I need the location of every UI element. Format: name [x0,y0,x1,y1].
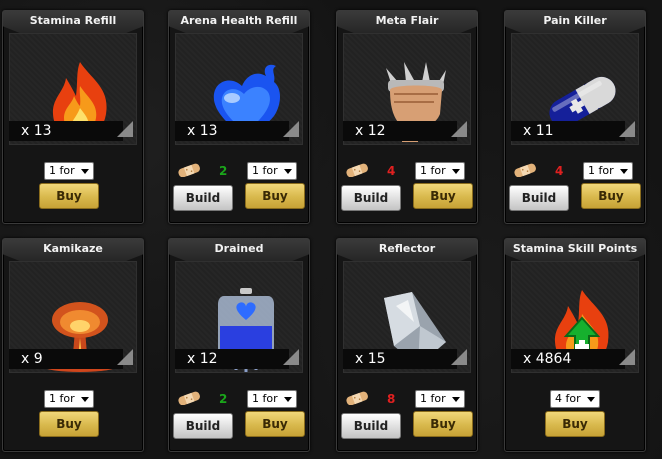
item-card-stamina-skill-points: Stamina Skill Points x 4864 4 for Buy [504,238,646,452]
select-value: 1 for [420,392,446,405]
corner-fold-icon [451,349,467,365]
quantity-select[interactable]: 1 for [247,390,297,408]
chevron-down-icon [284,397,292,402]
item-quantity: x 4864 [511,349,625,369]
item-card-arena-health-refill: Arena Health Refill x 13 2 1 for Build B… [168,10,310,224]
build-button[interactable]: Build [509,185,569,211]
build-button[interactable]: Build [341,185,401,211]
card-title: Drained [169,239,309,261]
item-quantity: x 11 [511,121,625,141]
build-cost: 8 [387,392,396,406]
chevron-down-icon [81,169,89,174]
bandage-icon [178,163,200,177]
card-title: Meta Flair [337,11,477,33]
build-button[interactable]: Build [341,413,401,439]
card-title: Stamina Skill Points [505,239,645,261]
quantity-select[interactable]: 1 for [415,390,465,408]
item-card-drained: Drained x 12 2 1 for Build Buy [168,238,310,452]
chevron-down-icon [452,397,460,402]
buy-button[interactable]: Buy [39,183,99,209]
buy-button[interactable]: Buy [39,411,99,437]
corner-fold-icon [283,349,299,365]
corner-fold-icon [117,349,133,365]
item-card-stamina-refill: Stamina Refill x 13 1 for Buy [2,10,144,224]
chevron-down-icon [587,397,595,402]
buy-button[interactable]: Buy [413,411,473,437]
build-cost: 2 [219,392,228,406]
chevron-down-icon [284,169,292,174]
chevron-down-icon [620,169,628,174]
card-title: Stamina Refill [3,11,143,33]
item-quantity: x 13 [9,121,123,141]
build-cost: 4 [555,164,564,178]
item-card-meta-flair: Meta Flair x 12 4 1 for Build Buy [336,10,478,224]
quantity-select[interactable]: 1 for [44,162,94,180]
select-value: 1 for [252,164,278,177]
quantity-select[interactable]: 1 for [44,390,94,408]
select-value: 1 for [49,392,75,405]
build-cost: 2 [219,164,228,178]
build-button[interactable]: Build [173,413,233,439]
buy-button[interactable]: Buy [245,183,305,209]
item-quantity: x 15 [343,349,457,369]
select-value: 1 for [420,164,446,177]
corner-fold-icon [451,121,467,137]
item-quantity: x 13 [175,121,289,141]
bandage-icon [514,163,536,177]
item-card-reflector: Reflector x 15 8 1 for Build Buy [336,238,478,452]
bandage-icon [346,391,368,405]
quantity-select[interactable]: 1 for [583,162,633,180]
select-value: 4 for [555,392,581,405]
bandage-icon [178,391,200,405]
item-card-kamikaze: Kamikaze x 9 1 for Buy [2,238,144,452]
build-button[interactable]: Build [173,185,233,211]
chevron-down-icon [452,169,460,174]
quantity-select[interactable]: 1 for [415,162,465,180]
bandage-icon [346,163,368,177]
card-title: Pain Killer [505,11,645,33]
buy-button[interactable]: Buy [413,183,473,209]
select-value: 1 for [49,164,75,177]
item-quantity: x 9 [9,349,123,369]
card-title: Reflector [337,239,477,261]
item-quantity: x 12 [343,121,457,141]
item-quantity: x 12 [175,349,289,369]
corner-fold-icon [117,121,133,137]
buy-button[interactable]: Buy [581,183,641,209]
quantity-select[interactable]: 4 for [550,390,600,408]
select-value: 1 for [588,164,614,177]
corner-fold-icon [283,121,299,137]
select-value: 1 for [252,392,278,405]
corner-fold-icon [619,349,635,365]
buy-button[interactable]: Buy [245,411,305,437]
item-card-pain-killer: Pain Killer x 11 4 1 for Build Buy [504,10,646,224]
corner-fold-icon [619,121,635,137]
card-title: Arena Health Refill [169,11,309,33]
card-title: Kamikaze [3,239,143,261]
quantity-select[interactable]: 1 for [247,162,297,180]
chevron-down-icon [81,397,89,402]
build-cost: 4 [387,164,396,178]
buy-button[interactable]: Buy [545,411,605,437]
